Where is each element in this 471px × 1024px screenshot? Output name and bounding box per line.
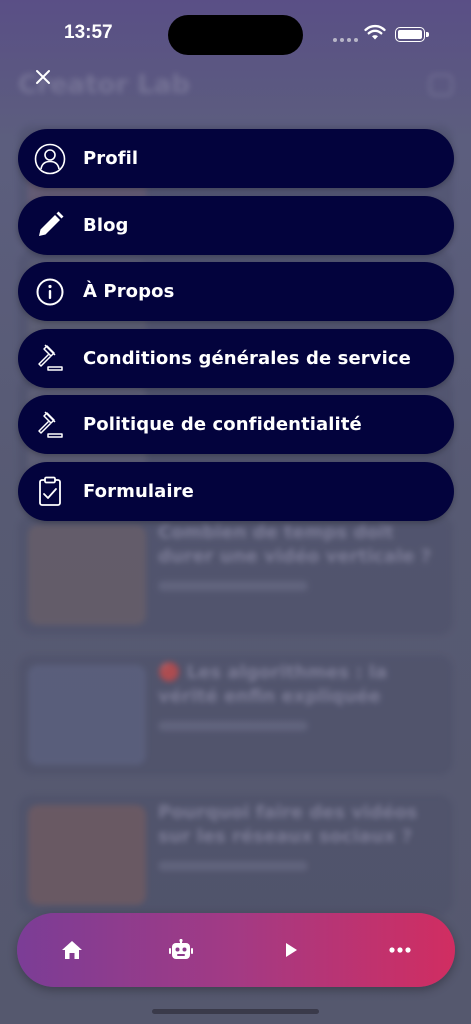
wifi-icon	[364, 24, 386, 40]
background-article-title: 🔴 Les algorithmes : la vérité enfin expl…	[158, 662, 388, 707]
tab-home[interactable]	[47, 925, 97, 975]
more-icon	[389, 947, 411, 953]
robot-icon	[169, 939, 194, 959]
menu-item-blog[interactable]: Blog	[18, 195, 454, 255]
background-thumbnail	[28, 525, 146, 625]
gavel-icon	[34, 342, 66, 374]
home-indicator	[152, 1009, 319, 1014]
play-icon	[285, 943, 297, 957]
background-card: 🔴 Les algorithmes : la vérité enfin expl…	[18, 655, 453, 775]
menu-item-politique[interactable]: Politique de confidentialité	[18, 395, 454, 454]
background-article-date	[158, 861, 308, 871]
menu-item-label: Blog	[83, 214, 129, 236]
status-time: 13:57	[64, 22, 113, 43]
heart-icon	[429, 74, 453, 96]
menu-item-label: Formulaire	[83, 480, 194, 502]
background-thumbnail	[28, 805, 146, 905]
background-article-date	[158, 581, 308, 591]
user-icon	[34, 143, 66, 175]
background-article-date	[158, 721, 308, 731]
menu-item-profil[interactable]: Profil	[18, 129, 454, 188]
menu-item-conditions[interactable]: Conditions générales de service	[18, 328, 454, 388]
bottom-tab-bar	[17, 913, 455, 987]
menu-item-label: Politique de confidentialité	[83, 414, 362, 435]
menu-item-formulaire[interactable]: Formulaire	[18, 461, 454, 521]
clipboard-check-icon	[34, 475, 66, 507]
background-card: Combien de temps doit durer une vidéo ve…	[18, 515, 453, 635]
tab-robot[interactable]	[156, 925, 206, 975]
menu-item-a-propos[interactable]: À Propos	[18, 262, 454, 321]
menu-item-label: Conditions générales de service	[83, 347, 411, 369]
side-menu: Profil Blog À Propos Conditions générale…	[18, 129, 454, 528]
close-icon	[36, 70, 50, 84]
menu-item-label: Profil	[83, 148, 139, 169]
tab-more[interactable]	[375, 925, 425, 975]
status-bar: 13:57	[0, 0, 471, 62]
dynamic-island	[168, 15, 303, 55]
menu-item-label: À Propos	[83, 281, 175, 302]
close-button[interactable]	[30, 64, 56, 90]
battery-icon	[395, 27, 429, 42]
pencil-icon	[34, 209, 66, 241]
tab-play[interactable]	[266, 925, 316, 975]
background-thumbnail	[28, 665, 146, 765]
background-article-title: Combien de temps doit durer une vidéo ve…	[158, 522, 432, 567]
info-icon	[34, 276, 66, 308]
cellular-signal-icon	[333, 38, 358, 42]
gavel-icon	[34, 409, 66, 441]
background-card: Pourquoi faire des vidéos sur les réseau…	[18, 795, 453, 915]
background-article-title: Pourquoi faire des vidéos sur les réseau…	[158, 802, 418, 847]
home-icon	[61, 941, 82, 959]
